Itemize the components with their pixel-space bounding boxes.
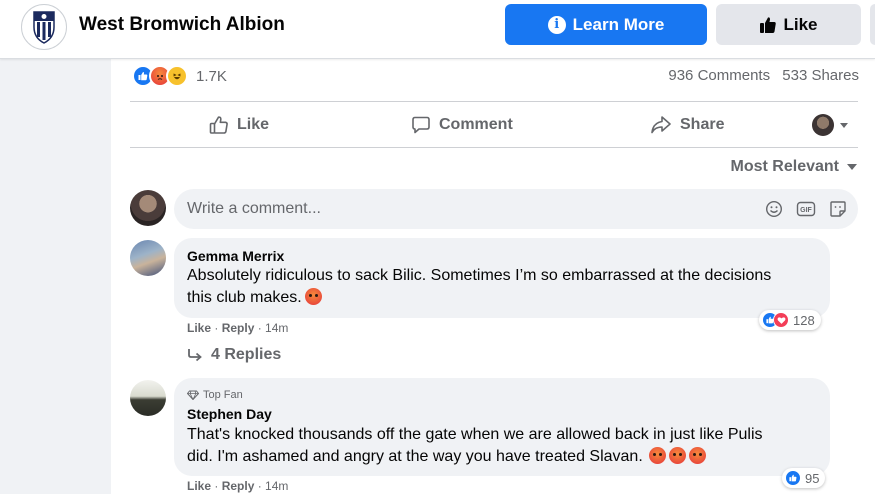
diamond-icon [187,390,199,400]
comment-like-link[interactable]: Like [187,479,211,493]
comment-author[interactable]: Gemma Merrix [187,248,284,264]
comment-meta: Like · Reply · 14m [187,321,289,335]
composer-tools: GIF [764,199,848,219]
club-crest-icon [33,11,55,44]
sort-label: Most Relevant [730,158,839,175]
like-page-label: Like [783,14,818,34]
comment-text-line-wrap: did. I'm ashamed and angry at the way yo… [187,446,706,468]
shares-count-link[interactable]: 533 Shares [782,67,859,84]
info-icon: i [547,15,566,34]
sticker-icon[interactable] [828,199,848,219]
comment-reaction-count: 95 [805,470,820,486]
chevron-down-icon [847,164,857,170]
learn-more-button[interactable]: i Learn More [505,4,707,45]
love-reaction-icon [773,312,789,328]
share-arrow-icon [651,115,671,133]
like-reaction-icon [785,470,801,486]
comment-reactions[interactable]: 95 [782,468,826,488]
comment-action-label: Comment [439,115,513,133]
like-action-label: Like [237,115,270,133]
comment-timestamp[interactable]: 14m [265,321,288,335]
reply-arrow-icon [188,349,202,362]
comment-bubble-icon [412,116,430,133]
club-crest-avatar[interactable] [21,4,67,50]
angry-emoji-icon [668,447,686,464]
comment-text-line: did. I'm ashamed and angry at the way yo… [187,448,643,465]
gif-icon[interactable]: GIF [796,199,816,219]
comment-text-line: That's knocked thousands off the gate wh… [187,426,763,443]
view-replies-button[interactable]: 4 Replies [187,346,281,364]
post-stats: 936 Comments 533 Shares [668,67,859,84]
comment-action-button[interactable]: Comment [411,102,513,147]
comment-reactions[interactable]: 128 [759,310,821,330]
angry-emoji-icon [304,288,322,305]
comment-text-line: this club makes. [187,289,302,306]
thumbs-up-icon [760,16,777,33]
comment-reply-link[interactable]: Reply [222,321,255,335]
comment-reaction-count: 128 [793,312,815,328]
page-header: West Bromwich Albion i Learn More Like [0,0,875,59]
comment-author[interactable]: Stephen Day [187,406,272,422]
page-name[interactable]: West Bromwich Albion [79,14,285,36]
haha-reaction-icon [166,65,188,87]
comment-sort-dropdown[interactable]: Most Relevant [731,158,857,176]
chevron-down-icon [840,122,848,128]
like-page-button[interactable]: Like [716,4,861,45]
commenter-avatar[interactable] [130,240,166,276]
post-reactions-summary[interactable]: 1.7K [132,65,227,87]
comment-reply-link[interactable]: Reply [222,479,255,493]
learn-more-label: Learn More [572,14,665,34]
comment-input[interactable]: Write a comment... GIF [174,189,858,229]
more-options-button[interactable] [870,4,875,45]
share-action-button[interactable]: Share [650,102,724,147]
angry-emoji-icon [648,447,666,464]
top-fan-label: Top Fan [203,389,243,401]
top-fan-badge: Top Fan [187,389,243,401]
comment-text-line: Absolutely ridiculous to sack Bilic. Som… [187,267,772,284]
comment-input-placeholder: Write a comment... [187,200,321,217]
reaction-count: 1.7K [196,67,227,85]
like-action-button[interactable]: Like [209,102,269,147]
user-avatar-small [812,114,834,136]
commenter-avatar[interactable] [130,380,166,416]
interact-as-selector[interactable] [812,114,848,136]
share-action-label: Share [680,115,725,133]
left-gutter [0,59,111,494]
emoji-icon[interactable] [764,199,784,219]
comment-text-line-wrap: this club makes. [187,287,322,309]
thumbs-up-outline-icon [209,115,228,134]
svg-text:GIF: GIF [800,207,812,214]
divider [130,147,858,148]
comment-meta: Like · Reply · 14m [187,479,289,493]
comment-like-link[interactable]: Like [187,321,211,335]
current-user-avatar[interactable] [130,190,166,226]
comment-timestamp[interactable]: 14m [265,479,288,493]
comments-count-link[interactable]: 936 Comments [668,67,770,84]
replies-label: 4 Replies [211,346,282,363]
post-action-bar: Like Comment Share [130,102,858,147]
angry-emoji-icon [688,447,706,464]
